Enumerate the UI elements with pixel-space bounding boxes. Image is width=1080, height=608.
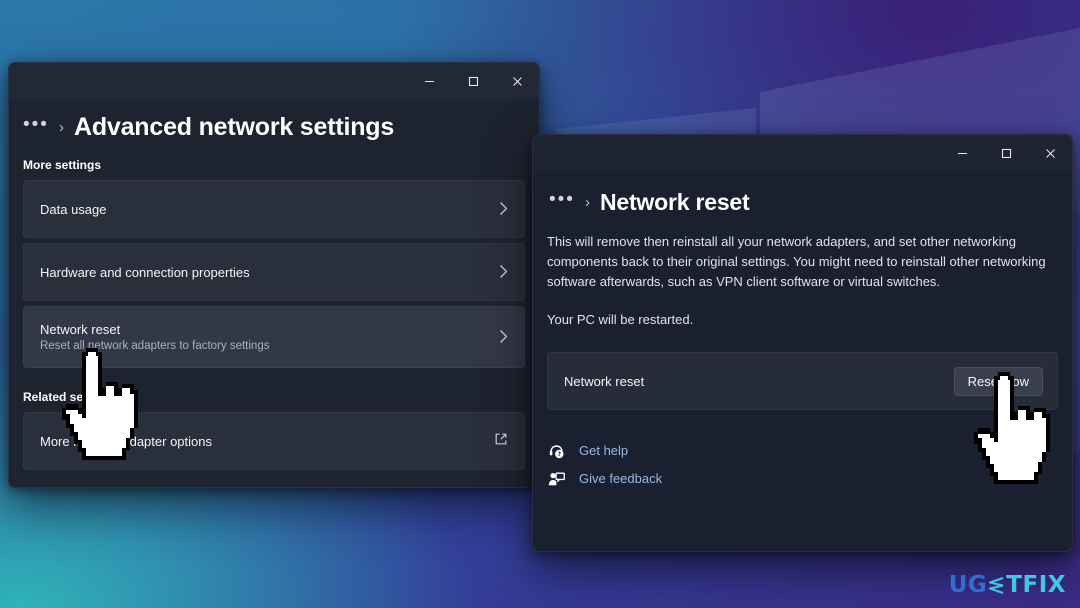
logo-stylized-e xyxy=(988,575,1005,596)
breadcrumb: ••• › Advanced network settings xyxy=(9,99,539,152)
list-item-network-reset[interactable]: Network reset Reset all network adapters… xyxy=(23,306,525,368)
maximize-button[interactable] xyxy=(451,63,495,99)
minimize-button[interactable] xyxy=(940,135,984,171)
list-item-title: Data usage xyxy=(40,201,107,217)
page-title: Network reset xyxy=(599,189,750,215)
list-item-subtitle: Reset all network adapters to factory se… xyxy=(40,340,270,352)
section-label-more-settings: More settings xyxy=(23,158,102,172)
network-reset-label: Network reset xyxy=(564,373,645,389)
list-item-title: Network reset xyxy=(40,322,121,337)
description: This will remove then reinstall all your… xyxy=(533,226,1072,330)
link-get-help[interactable]: ? Get help xyxy=(547,436,1072,464)
close-button[interactable] xyxy=(1028,135,1072,171)
advanced-network-settings-window[interactable]: ••• › Advanced network settings More set… xyxy=(8,62,540,488)
close-button[interactable] xyxy=(495,63,539,99)
chevron-right-icon: › xyxy=(584,194,590,211)
breadcrumb: ••• › Network reset xyxy=(533,171,1072,226)
titlebar xyxy=(9,63,539,99)
chevron-right-icon: › xyxy=(58,119,64,136)
list-item-hardware-and-connection-properties[interactable]: Hardware and connection properties xyxy=(23,243,525,301)
link-label: Get help xyxy=(579,442,629,458)
ugetfix-logo: UG TFIX xyxy=(949,572,1066,598)
chevron-right-icon xyxy=(499,201,508,218)
section-label-related-settings: Related settings xyxy=(23,390,116,404)
more-settings-list: Data usage Hardware and connection prope… xyxy=(9,180,539,368)
maximize-button[interactable] xyxy=(984,135,1028,171)
link-label: Give feedback xyxy=(579,470,663,486)
network-reset-card: Network reset Reset now xyxy=(547,352,1058,410)
reset-now-button[interactable]: Reset now xyxy=(953,366,1043,396)
get-help-icon: ? xyxy=(547,442,565,459)
chevron-right-icon xyxy=(499,329,508,346)
logo-part-one: UG xyxy=(948,572,988,598)
minimize-button[interactable] xyxy=(407,63,451,99)
page-title: Advanced network settings xyxy=(73,113,395,141)
chevron-right-icon xyxy=(499,264,508,281)
link-give-feedback[interactable]: Give feedback xyxy=(547,464,1072,492)
external-link-icon xyxy=(494,432,508,451)
titlebar xyxy=(533,135,1072,171)
help-links: ? Get help Give feedback xyxy=(547,436,1072,492)
logo-part-three: TFIX xyxy=(1006,572,1066,598)
more-options-icon[interactable]: ••• xyxy=(549,190,575,211)
list-item-data-usage[interactable]: Data usage xyxy=(23,180,525,238)
description-paragraph: This will remove then reinstall all your… xyxy=(547,234,1046,289)
description-paragraph: Your PC will be restarted. xyxy=(547,312,694,327)
network-reset-window[interactable]: ••• › Network reset This will remove the… xyxy=(532,134,1073,552)
list-item-title: More network adapter options xyxy=(40,433,212,449)
related-settings-list: More network adapter options xyxy=(9,412,539,470)
list-item-title: Hardware and connection properties xyxy=(40,264,250,280)
list-item-more-network-adapter-options[interactable]: More network adapter options xyxy=(23,412,525,470)
screen: ••• › Advanced network settings More set… xyxy=(0,0,1080,608)
give-feedback-icon xyxy=(547,470,565,487)
more-options-icon[interactable]: ••• xyxy=(23,115,49,136)
svg-text:?: ? xyxy=(557,452,560,458)
